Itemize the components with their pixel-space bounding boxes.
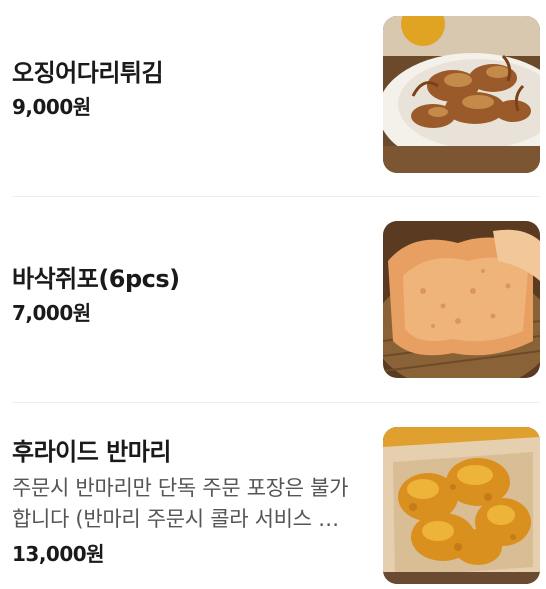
menu-item-description: 주문시 반마리만 단독 주문 포장은 불가합니다 (반마리 주문시 콜라 서비스…	[12, 476, 349, 531]
menu-item-price: 9,000원	[12, 95, 91, 119]
menu-item-crispy-jerky[interactable]: 바삭쥐포(6pcs) 7,000원	[0, 197, 546, 402]
menu-item-text: 후라이드 반마리 주문시 반마리만 단독 주문 포장은 불가합니다 (반마리 주…	[12, 437, 362, 567]
menu-item-text: 오징어다리튀김 9,000원	[12, 58, 362, 120]
menu-item-price: 13,000원	[12, 542, 105, 566]
menu-item-fried-chicken-half[interactable]: 후라이드 반마리 주문시 반마리만 단독 주문 포장은 불가합니다 (반마리 주…	[0, 403, 546, 589]
menu-list: 오징어다리튀김 9,000원 바삭쥐포(6pcs) 7,000원 후라이드 반마…	[0, 0, 546, 589]
menu-item-price: 7,000원	[12, 301, 91, 325]
menu-item-name: 바삭쥐포(6pcs)	[12, 265, 180, 293]
menu-item-squid-legs[interactable]: 오징어다리튀김 9,000원	[0, 0, 546, 196]
menu-item-name: 오징어다리튀김	[12, 59, 164, 87]
menu-item-text: 바삭쥐포(6pcs) 7,000원	[12, 264, 362, 326]
crispy-filefish-jerky-photo[interactable]	[383, 221, 540, 378]
menu-item-name: 후라이드 반마리	[12, 438, 171, 466]
fried-chicken-half-photo[interactable]	[383, 427, 540, 584]
fried-squid-legs-photo[interactable]	[383, 16, 540, 173]
